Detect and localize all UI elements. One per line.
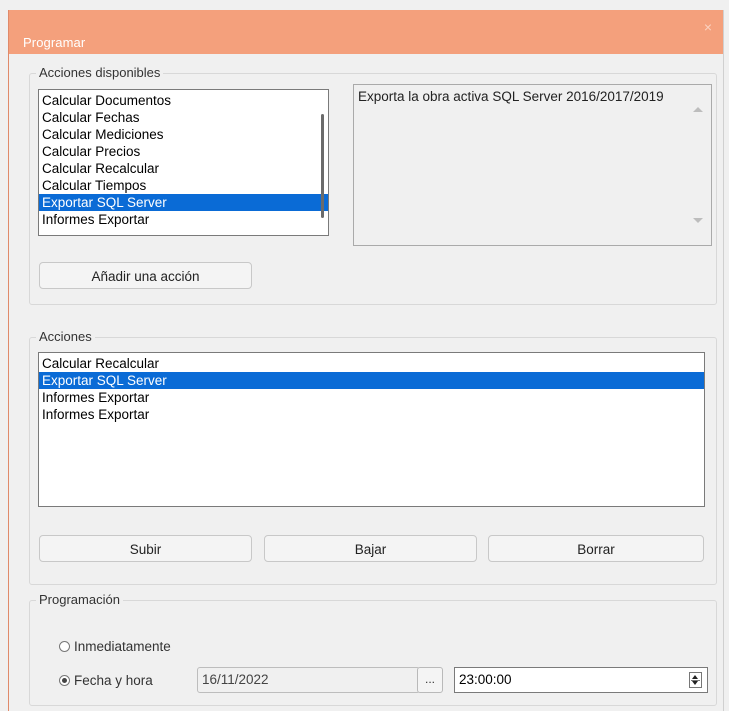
title-bar: Programar × xyxy=(9,10,723,54)
close-icon[interactable]: × xyxy=(701,20,715,34)
available-actions-group: Acciones disponibles Calcular Documentos… xyxy=(29,65,717,305)
move-up-button[interactable]: Subir xyxy=(39,535,252,562)
spinner-icon[interactable] xyxy=(689,672,702,688)
immediate-radio[interactable] xyxy=(59,640,70,652)
datetime-option[interactable]: Fecha y hora xyxy=(59,672,153,688)
list-scrollbar[interactable] xyxy=(321,114,324,218)
actions-group: Acciones Calcular Recalcular Exportar SQL… xyxy=(29,329,717,585)
list-item[interactable]: Calcular Fechas xyxy=(39,109,328,126)
datetime-label: Fecha y hora xyxy=(74,672,153,688)
scroll-up-icon[interactable] xyxy=(693,107,703,112)
time-value: 23:00:00 xyxy=(459,672,512,687)
available-actions-legend: Acciones disponibles xyxy=(36,65,164,80)
list-item[interactable]: Informes Exportar xyxy=(39,406,704,423)
list-item[interactable]: Calcular Tiempos xyxy=(39,177,328,194)
immediate-option[interactable]: Inmediatamente xyxy=(59,638,171,654)
time-field[interactable]: 23:00:00 xyxy=(454,667,708,693)
list-item[interactable]: Calcular Recalcular xyxy=(39,355,704,372)
datetime-radio[interactable] xyxy=(59,674,70,686)
list-item[interactable]: Calcular Documentos xyxy=(39,92,328,109)
list-item[interactable]: Informes Exportar xyxy=(39,389,704,406)
actions-legend: Acciones xyxy=(36,329,95,344)
scroll-down-icon[interactable] xyxy=(693,218,703,223)
action-description: Exporta la obra activa SQL Server 2016/2… xyxy=(358,89,664,104)
add-action-button[interactable]: Añadir una acción xyxy=(39,262,252,289)
actions-list[interactable]: Calcular Recalcular Exportar SQL Server In… xyxy=(38,352,705,507)
delete-button[interactable]: Borrar xyxy=(488,535,704,562)
immediate-label: Inmediatamente xyxy=(74,638,171,654)
move-down-button[interactable]: Bajar xyxy=(264,535,477,562)
list-item[interactable]: Calcular Precios xyxy=(39,143,328,160)
programar-window: Programar × Acciones disponibles Calcula… xyxy=(8,10,724,711)
list-item[interactable]: Calcular Mediciones xyxy=(39,126,328,143)
browse-date-button[interactable]: ... xyxy=(417,667,443,693)
list-item[interactable]: Calcular Recalcular xyxy=(39,160,328,177)
schedule-legend: Programación xyxy=(36,592,123,607)
date-field[interactable]: 16/11/2022 xyxy=(197,667,420,693)
list-item[interactable]: Informes Exportar xyxy=(39,211,328,228)
list-item[interactable]: Exportar SQL Server xyxy=(39,194,328,211)
available-actions-list[interactable]: Calcular Documentos Calcular Fechas Calcul… xyxy=(38,89,329,236)
action-description-box: Exporta la obra activa SQL Server 2016/2… xyxy=(353,84,712,246)
window-title: Programar xyxy=(23,35,86,50)
list-item[interactable]: Exportar SQL Server xyxy=(39,372,704,389)
